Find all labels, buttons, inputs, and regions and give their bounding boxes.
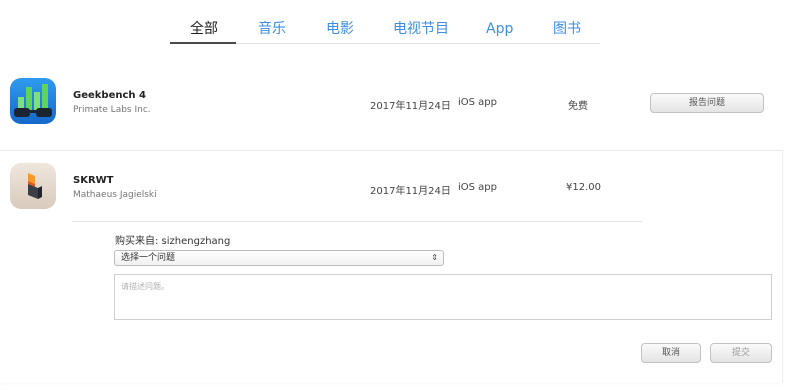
purchased-from-label: 购买来自: sizhengzhang (115, 236, 231, 247)
purchase-row-skrwt: SKRWT Mathaeus Jagielski 2017年11月24日 iOS… (0, 155, 788, 220)
geekbench-icon (10, 78, 56, 124)
issue-description-field[interactable]: 请描述问题。 (114, 274, 772, 320)
tab-apps[interactable]: App (486, 18, 513, 40)
price: ¥12.00 (566, 182, 601, 193)
app-developer: Mathaeus Jagielski (73, 190, 157, 200)
active-tab-indicator (170, 42, 236, 44)
price: 免费 (568, 101, 588, 112)
tab-books[interactable]: 图书 (553, 18, 581, 40)
row-divider (72, 221, 642, 222)
submit-button[interactable]: 提交 (710, 343, 772, 363)
purchase-date: 2017年11月24日 (370, 101, 451, 112)
app-name: Geekbench 4 (73, 90, 146, 101)
cancel-button[interactable]: 取消 (641, 343, 701, 363)
report-problem-button[interactable]: 报告问题 (650, 93, 764, 113)
issue-description-placeholder: 请描述问题。 (121, 282, 169, 291)
app-kind: iOS app (458, 97, 497, 108)
app-name: SKRWT (73, 175, 114, 186)
issue-select-value: 选择一个问题 (121, 253, 176, 263)
app-kind: iOS app (458, 182, 497, 193)
issue-select[interactable]: 选择一个问题 ⇕ (114, 250, 444, 266)
tab-tv-shows[interactable]: 电视节目 (393, 18, 449, 40)
purchase-row-geekbench: Geekbench 4 Primate Labs Inc. 2017年11月24… (0, 70, 788, 140)
purchase-date: 2017年11月24日 (370, 186, 451, 197)
tab-music[interactable]: 音乐 (258, 18, 286, 40)
tab-movies[interactable]: 电影 (326, 18, 354, 40)
category-tabs: 全部 音乐 电影 电视节目 App 图书 (0, 18, 788, 44)
skrwt-icon (10, 163, 56, 209)
tab-all[interactable]: 全部 (190, 18, 218, 40)
select-arrows-icon: ⇕ (431, 253, 438, 262)
app-developer: Primate Labs Inc. (73, 105, 151, 115)
